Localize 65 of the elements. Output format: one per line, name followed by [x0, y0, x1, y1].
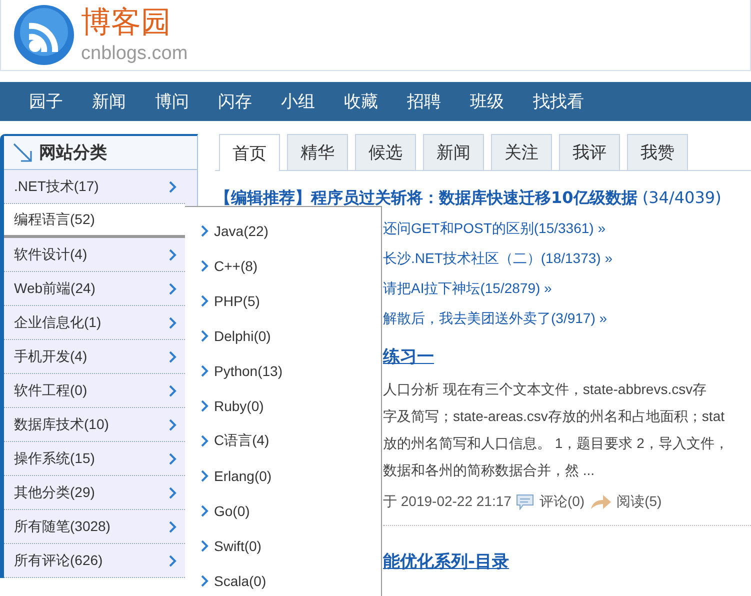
- chevron-icon: [169, 384, 177, 396]
- site-domain: cnblogs.com: [81, 44, 188, 62]
- chevron-icon: [169, 486, 177, 498]
- post-date: 于 2019-02-22 21:17: [383, 493, 512, 511]
- tab[interactable]: 新闻: [423, 134, 484, 170]
- site-logo-title[interactable]: 博客园: [81, 8, 188, 38]
- rss-logo-icon: [13, 4, 75, 66]
- submenu-item[interactable]: Java(22): [185, 213, 381, 248]
- chevron-icon: [201, 364, 209, 376]
- nav-link[interactable]: 博问: [155, 90, 189, 113]
- arrow-icon: [12, 142, 34, 164]
- submenu-item[interactable]: Ruby(0): [185, 388, 381, 423]
- tab[interactable]: 关注: [491, 134, 552, 170]
- chevron-icon: [201, 294, 209, 306]
- submenu-item[interactable]: C语言(4): [185, 423, 381, 458]
- nav-link[interactable]: 收藏: [344, 90, 378, 113]
- chevron-icon: [201, 504, 209, 516]
- comments-link[interactable]: 评论(0): [539, 493, 585, 511]
- post-summary-line: 人口分析 现在有三个文本文件，state-abbrevs.csv存: [383, 380, 708, 399]
- submenu-item[interactable]: PHP(5): [185, 283, 381, 318]
- chevron-icon: [201, 540, 209, 552]
- submenu-item[interactable]: Go(0): [185, 493, 381, 528]
- submenu-item[interactable]: Python(13): [185, 353, 381, 388]
- chevron-icon: [169, 452, 177, 464]
- chevron-icon: [201, 574, 209, 586]
- post-summary-line: 放的州名简写和人口信息。 1，题目要求 2，导入文件，: [383, 434, 730, 453]
- category-item[interactable]: 编程语言(52): [4, 204, 185, 238]
- nav-link[interactable]: 找找看: [533, 90, 584, 113]
- submenu-item[interactable]: Erlang(0): [185, 458, 381, 493]
- nav-link[interactable]: 班级: [470, 90, 504, 113]
- chevron-icon: [169, 520, 177, 532]
- chevron-icon: [169, 554, 177, 566]
- chevron-icon: [169, 418, 177, 430]
- post-summary-line: 字及简写；state-areas.csv存放的州名和占地面积；stat: [383, 407, 726, 426]
- chevron-icon: [201, 400, 209, 412]
- chevron-icon: [169, 350, 177, 362]
- chevron-icon: [169, 248, 177, 260]
- chevron-icon: [201, 260, 209, 272]
- tab[interactable]: 精华: [287, 134, 348, 170]
- chevron-icon: [201, 434, 209, 446]
- nav-link[interactable]: 小组: [281, 90, 315, 113]
- submenu-item[interactable]: Delphi(0): [185, 318, 381, 353]
- submenu-item[interactable]: Swift(0): [185, 528, 381, 563]
- nav-link[interactable]: 招聘: [407, 90, 441, 113]
- share-arrow-icon: [590, 494, 612, 510]
- chevron-icon: [201, 330, 209, 342]
- tab[interactable]: 我评: [559, 134, 620, 170]
- nav-link[interactable]: 园子: [29, 90, 63, 113]
- chevron-icon: [169, 316, 177, 328]
- reads-link[interactable]: 阅读(5): [616, 493, 662, 511]
- sidebar-title: 网站分类: [39, 142, 107, 164]
- post-summary-line: 数据和各州的简称数据合并，然 ...: [383, 461, 596, 480]
- tab[interactable]: 首页: [219, 134, 280, 171]
- chevron-icon: [201, 224, 209, 236]
- tab[interactable]: 我赞: [627, 134, 688, 170]
- chevron-icon: [169, 282, 177, 294]
- chevron-icon: [201, 470, 209, 482]
- headline-link[interactable]: 【编辑推荐】程序员过关斩将：数据库快速迁移10亿级数据 (34/4039): [215, 188, 751, 209]
- nav-link[interactable]: 闪存: [218, 90, 252, 113]
- comment-icon: [516, 494, 534, 510]
- submenu-item[interactable]: C++(8): [185, 248, 381, 283]
- nav-link[interactable]: 新闻: [92, 90, 126, 113]
- submenu-item[interactable]: Scala(0): [185, 563, 381, 596]
- chevron-icon: [169, 180, 177, 192]
- tab[interactable]: 候选: [355, 134, 416, 170]
